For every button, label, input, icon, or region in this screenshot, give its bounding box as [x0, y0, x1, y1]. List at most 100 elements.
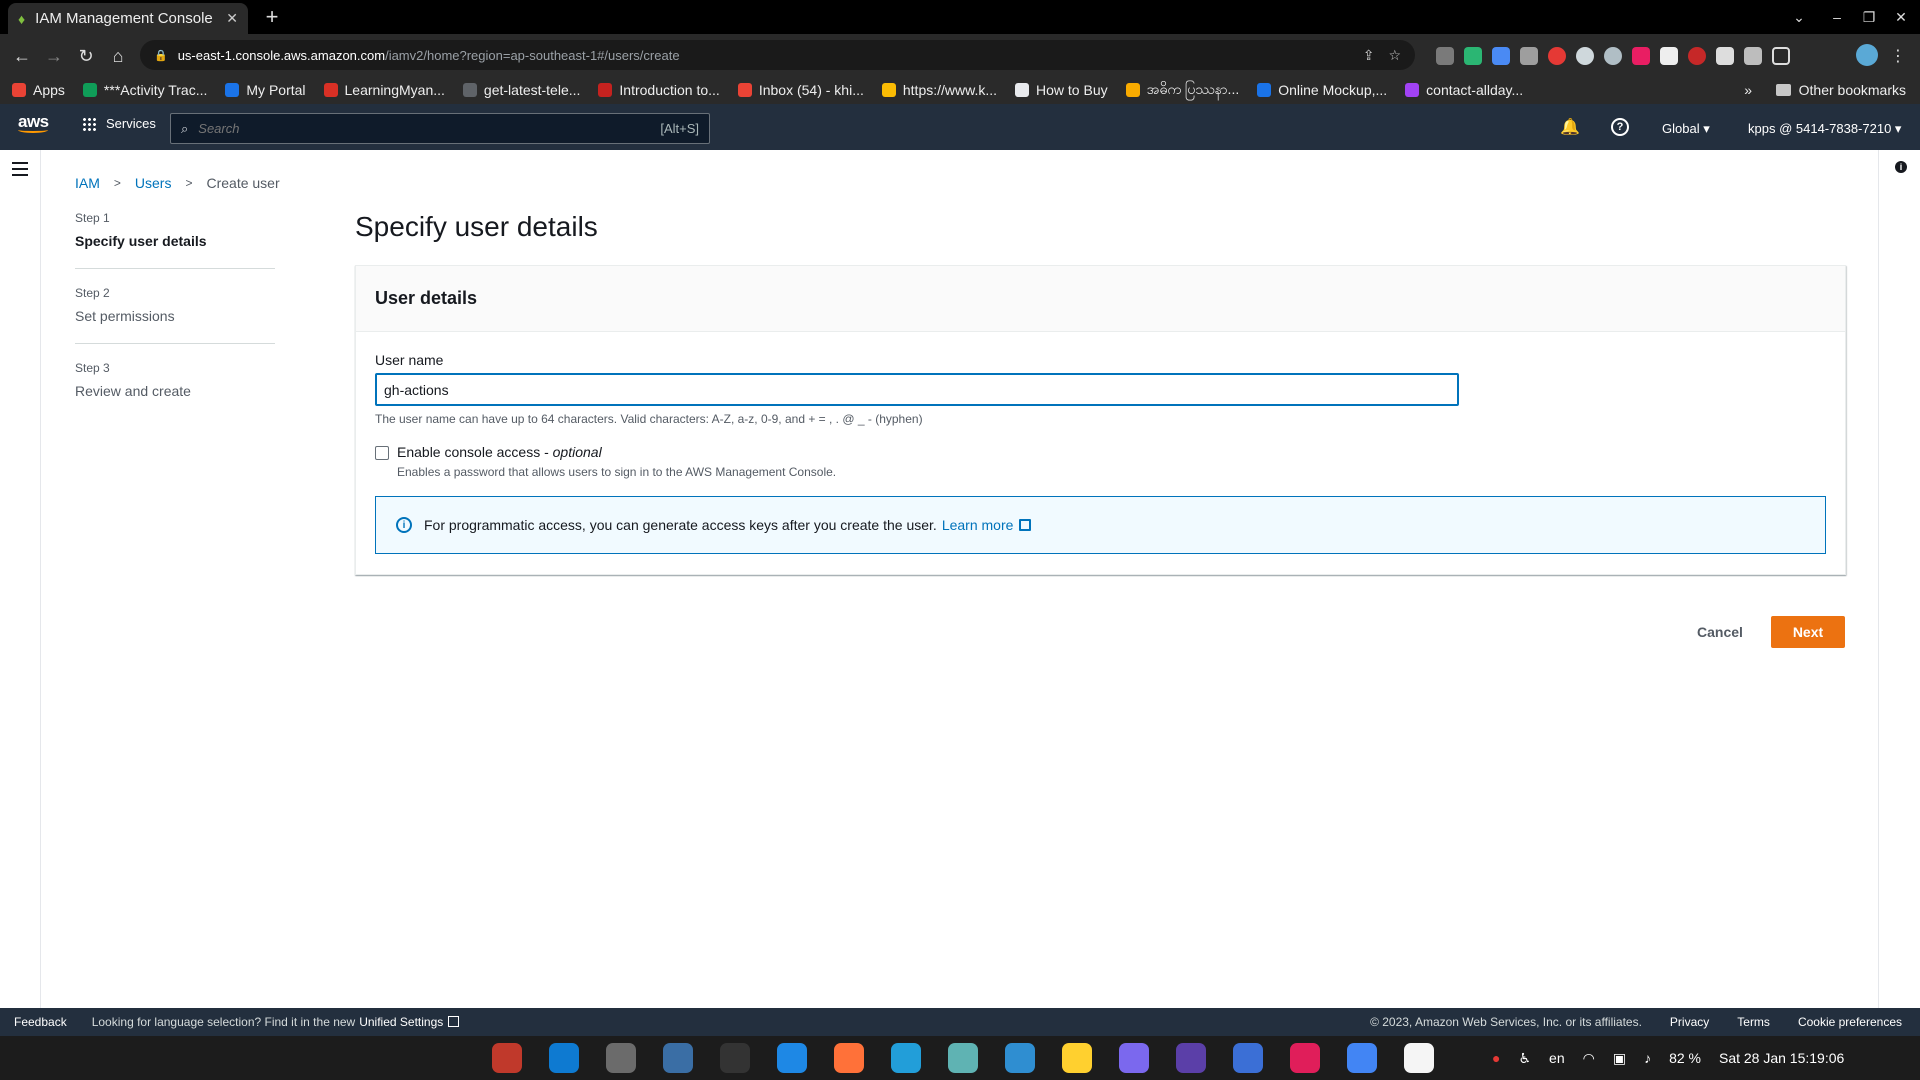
restore-icon[interactable]: ❐ — [1854, 4, 1884, 30]
battery-status[interactable]: 82 % — [1669, 1050, 1701, 1066]
extension-icon[interactable] — [1632, 47, 1650, 65]
dock-app-icon[interactable] — [485, 1039, 529, 1077]
adblock-extension-icon[interactable] — [1548, 47, 1566, 65]
aws-search-box[interactable]: ⌕ [Alt+S] — [170, 113, 710, 144]
bookmark-item[interactable]: My Portal — [225, 82, 306, 98]
region-selector[interactable]: Global ▾ — [1662, 121, 1710, 137]
volume-icon[interactable]: ♪ — [1644, 1050, 1651, 1066]
hamburger-menu-icon[interactable] — [12, 162, 28, 176]
bookmark-label: Introduction to... — [619, 82, 720, 98]
terms-link[interactable]: Terms — [1737, 1015, 1770, 1029]
reload-icon[interactable]: ↻ — [72, 42, 100, 70]
bookmark-item[interactable]: get-latest-tele... — [462, 82, 580, 98]
tab-search-icon[interactable]: ⌄ — [1784, 4, 1814, 30]
profile-avatar[interactable] — [1856, 44, 1878, 66]
bookmark-item[interactable]: Introduction to... — [598, 82, 720, 98]
step-3-title[interactable]: Review and create — [75, 383, 191, 399]
reading-list-icon[interactable] — [1744, 47, 1762, 65]
bookmark-star-icon[interactable]: ☆ — [1388, 47, 1401, 64]
datetime[interactable]: Sat 28 Jan 15:19:06 — [1719, 1050, 1844, 1066]
dock-app-icon[interactable] — [713, 1039, 757, 1077]
privacy-link[interactable]: Privacy — [1670, 1015, 1709, 1029]
bookmark-label: LearningMyan... — [344, 82, 445, 98]
notifications-bell-icon[interactable]: 🔔 — [1560, 117, 1580, 137]
dock-app-icon[interactable] — [884, 1039, 928, 1077]
minimize-icon[interactable]: – — [1822, 4, 1852, 30]
dock-app-icon[interactable] — [1397, 1039, 1441, 1077]
dock-app-icon[interactable] — [656, 1039, 700, 1077]
wifi-icon[interactable]: ◠ — [1583, 1050, 1595, 1067]
console-access-checkbox[interactable] — [375, 446, 389, 460]
bookmark-item[interactable]: Online Mockup,... — [1257, 82, 1387, 98]
bookmark-item[interactable]: အဓိက ပြဿနာ... — [1125, 80, 1239, 101]
dock-app-icon[interactable] — [1169, 1039, 1213, 1077]
info-panel-icon[interactable]: i — [1895, 161, 1907, 173]
cookie-preferences-link[interactable]: Cookie preferences — [1798, 1015, 1902, 1029]
address-bar[interactable]: 🔒 us-east-1.console.aws.amazon.com/iamv2… — [140, 40, 1415, 70]
language-indicator[interactable]: en — [1549, 1050, 1565, 1066]
extension-icon[interactable] — [1688, 47, 1706, 65]
dock-app-icon[interactable] — [827, 1039, 871, 1077]
extension-icon[interactable] — [1520, 47, 1538, 65]
username-input[interactable] — [375, 373, 1459, 406]
breadcrumb-iam[interactable]: IAM — [75, 175, 100, 191]
aws-logo[interactable]: aws — [18, 112, 49, 133]
back-icon[interactable]: ← — [8, 42, 36, 70]
share-icon[interactable]: ⇪ — [1363, 47, 1375, 64]
bookmark-item[interactable]: https://www.k... — [881, 82, 997, 98]
other-bookmarks[interactable]: Other bookmarks — [1775, 76, 1906, 104]
dock-app-icon[interactable] — [1112, 1039, 1156, 1077]
home-icon[interactable]: ⌂ — [104, 42, 132, 70]
dock-app-icon[interactable] — [1055, 1039, 1099, 1077]
services-menu-button[interactable]: Services — [82, 116, 156, 131]
dock-app-icon[interactable] — [941, 1039, 985, 1077]
bookmark-favicon-icon — [737, 83, 752, 97]
browser-tab-strip — [0, 0, 1920, 34]
close-window-icon[interactable]: ✕ — [1886, 4, 1916, 30]
vpn-icon[interactable]: ▣ — [1613, 1050, 1626, 1067]
extension-icon[interactable] — [1660, 47, 1678, 65]
feedback-link[interactable]: Feedback — [14, 1015, 67, 1029]
close-tab-icon[interactable]: ✕ — [226, 10, 238, 27]
extension-icon[interactable] — [1576, 47, 1594, 65]
translate-extension-icon[interactable] — [1492, 47, 1510, 65]
dock-app-icon[interactable] — [1283, 1039, 1327, 1077]
chrome-menu-icon[interactable]: ⋮ — [1890, 42, 1906, 70]
next-button[interactable]: Next — [1771, 616, 1845, 648]
record-indicator-icon[interactable]: ● — [1492, 1050, 1500, 1066]
dock-app-icon[interactable] — [542, 1039, 586, 1077]
dock-app-icon[interactable] — [599, 1039, 643, 1077]
dock-app-icon[interactable] — [1340, 1039, 1384, 1077]
dock-app-icon[interactable] — [1226, 1039, 1270, 1077]
bookmark-favicon-icon — [1405, 83, 1420, 97]
more-bookmarks-icon[interactable]: » — [1744, 76, 1752, 104]
puzzle-extensions-icon[interactable] — [1716, 47, 1734, 65]
browser-tab[interactable]: ♦ IAM Management Console ✕ — [8, 3, 248, 34]
dock-app-icon[interactable] — [998, 1039, 1042, 1077]
forward-icon[interactable]: → — [40, 42, 68, 70]
help-icon[interactable]: ? — [1611, 118, 1629, 136]
console-access-label[interactable]: Enable console access - optional — [397, 444, 602, 460]
lock-icon: 🔒 — [154, 49, 168, 62]
bookmark-item[interactable]: Inbox (54) - khi... — [737, 82, 864, 98]
unified-settings-link[interactable]: Unified Settings — [359, 1015, 460, 1029]
bookmark-item[interactable]: ***Activity Trac... — [82, 82, 207, 98]
dock-app-icon[interactable] — [770, 1039, 814, 1077]
cancel-button[interactable]: Cancel — [1686, 616, 1754, 648]
extension-icon[interactable] — [1436, 47, 1454, 65]
extension-icon[interactable] — [1604, 47, 1622, 65]
bookmark-item[interactable]: contact-allday... — [1405, 82, 1523, 98]
bookmark-item[interactable]: How to Buy — [1015, 82, 1108, 98]
aws-search-input[interactable] — [198, 121, 661, 136]
bookmark-item[interactable]: LearningMyan... — [323, 82, 445, 98]
accessibility-icon[interactable]: ♿ — [1518, 1050, 1531, 1067]
breadcrumb-users[interactable]: Users — [135, 175, 172, 191]
side-panel-icon[interactable] — [1772, 47, 1790, 65]
account-menu[interactable]: kpps @ 5414-7838-7210 ▾ — [1748, 121, 1901, 137]
bookmark-label: Inbox (54) - khi... — [758, 82, 864, 98]
extension-icon[interactable] — [1464, 47, 1482, 65]
new-tab-button[interactable]: + — [258, 3, 286, 31]
step-2-title[interactable]: Set permissions — [75, 308, 175, 324]
learn-more-link[interactable]: Learn more — [942, 517, 1032, 533]
bookmark-item[interactable]: Apps — [12, 82, 65, 98]
